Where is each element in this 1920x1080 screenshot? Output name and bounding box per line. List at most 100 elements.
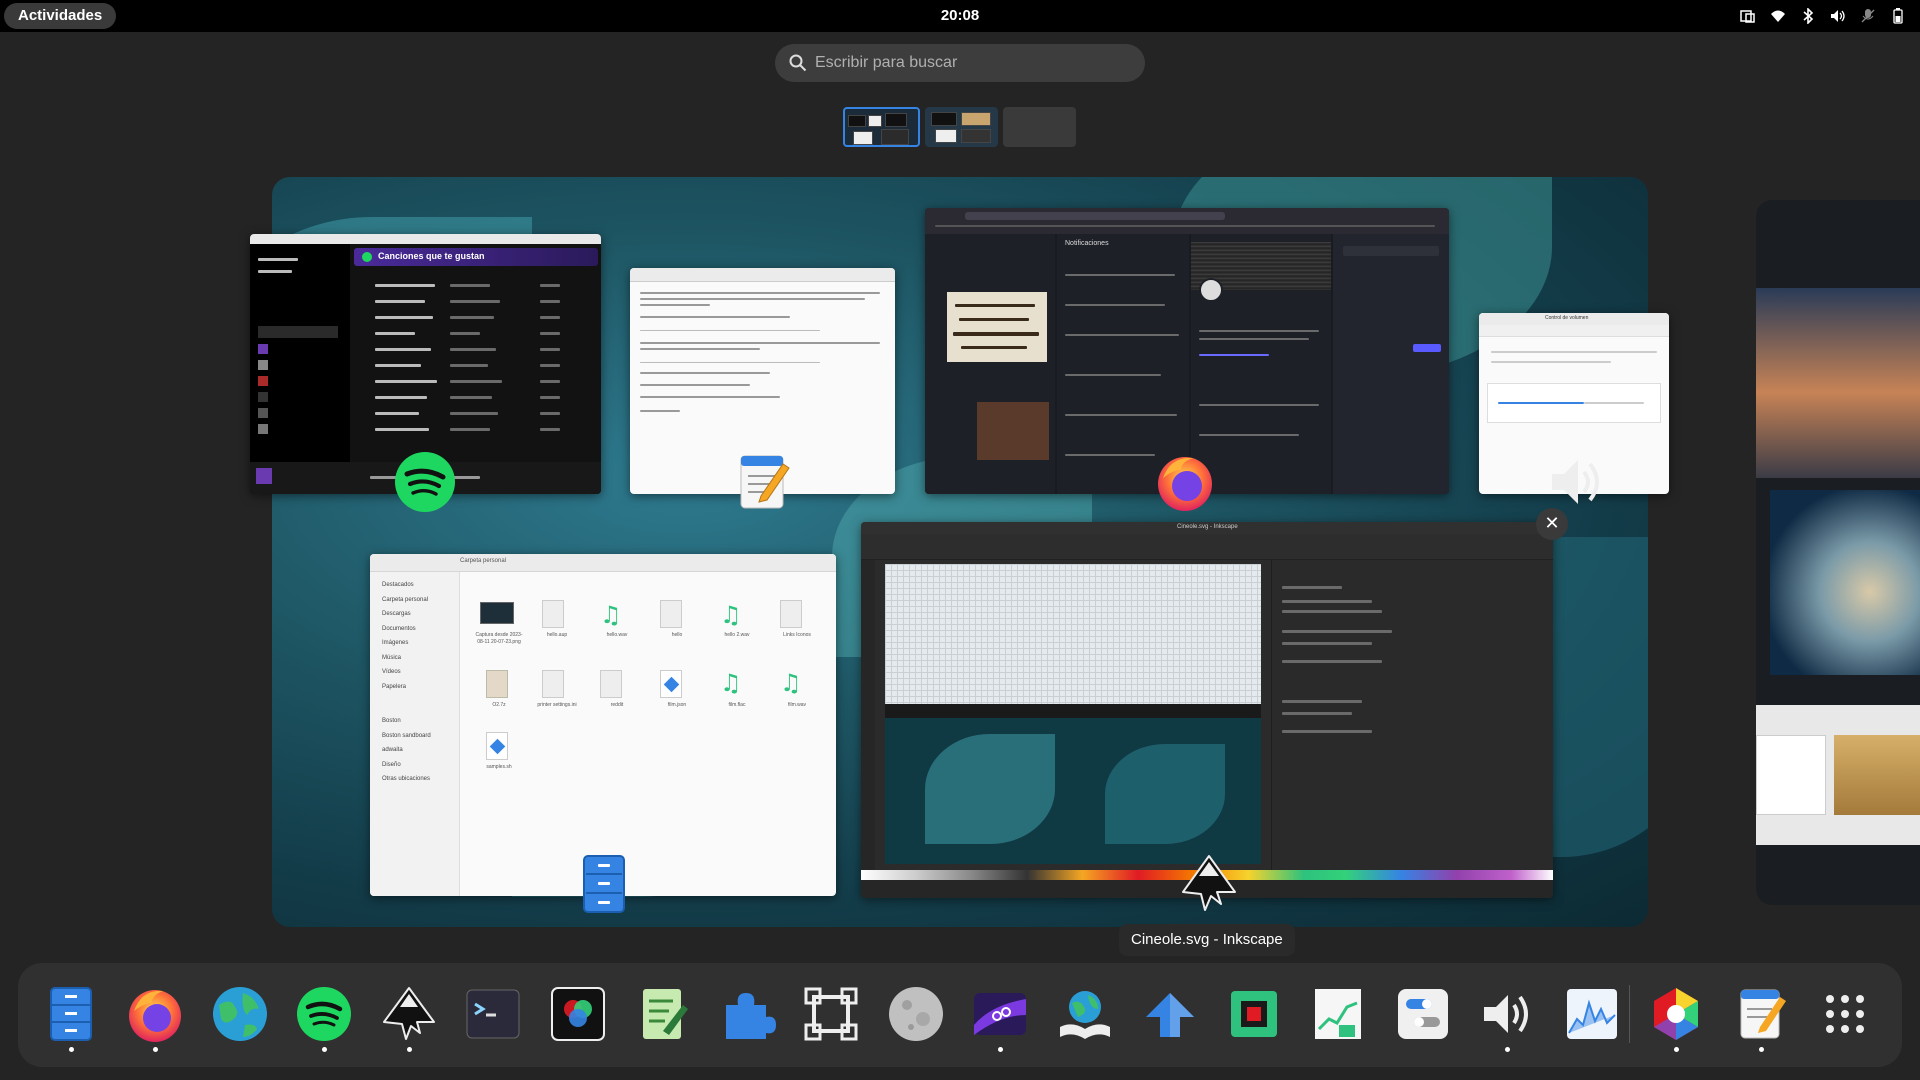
- tool-palette[interactable]: [861, 560, 875, 870]
- document-file-icon[interactable]: [600, 670, 622, 698]
- canvas-grid: [885, 564, 1261, 704]
- dock-separator: [1629, 985, 1630, 1043]
- moon-icon[interactable]: [887, 985, 945, 1043]
- window-titlebar: [630, 268, 895, 282]
- web-browser-icon[interactable]: [211, 985, 269, 1043]
- file-label: hello: [671, 632, 683, 638]
- sidebar-item[interactable]: Documentos: [382, 622, 431, 637]
- files-icon[interactable]: [42, 985, 100, 1043]
- tweaks-icon[interactable]: [1394, 985, 1452, 1043]
- vector-tool-icon[interactable]: [802, 985, 860, 1043]
- close-window-button[interactable]: ✕: [1536, 508, 1568, 540]
- terminal-icon[interactable]: [464, 985, 522, 1043]
- color-picker-icon[interactable]: [549, 985, 607, 1043]
- file-labels-row-3: samples.sh: [464, 764, 544, 774]
- column-compose: [1333, 234, 1449, 494]
- column-home: [925, 234, 1055, 494]
- microphone-off-icon[interactable]: [1860, 8, 1876, 24]
- spotify-sidebar: [250, 244, 350, 494]
- clock[interactable]: 20:08: [920, 7, 1000, 24]
- playlist-title: Canciones que te gustan: [378, 251, 485, 261]
- window-title: Cineole.svg - Inkscape: [1177, 524, 1238, 530]
- chip-icon[interactable]: [1225, 985, 1283, 1043]
- notes-icon[interactable]: [633, 985, 691, 1043]
- running-indicator: [998, 1047, 1003, 1052]
- workspace-next-preview[interactable]: [1756, 200, 1920, 905]
- top-bar: Actividades 20:08: [0, 0, 1920, 32]
- sidebar-item[interactable]: Música: [382, 651, 431, 666]
- audio-file-icon[interactable]: ♫: [600, 602, 622, 628]
- audio-file-icon[interactable]: ♫: [720, 602, 742, 628]
- inkscape-window[interactable]: Cineole.svg - Inkscape: [861, 522, 1553, 898]
- files-window[interactable]: Carpeta personal Destacados Carpeta pers…: [370, 554, 836, 896]
- workspace-thumbnail-2[interactable]: [925, 107, 998, 147]
- system-monitor-icon[interactable]: [1563, 985, 1621, 1043]
- tab-bar: [1479, 325, 1669, 337]
- app-grid-icon[interactable]: [1816, 985, 1874, 1043]
- running-indicator: [69, 1047, 74, 1052]
- document-file-icon[interactable]: [660, 600, 682, 628]
- archive-file-icon[interactable]: [486, 670, 508, 698]
- file-labels-row-2: O2.7z printer settings.ini reddit film.j…: [464, 702, 824, 712]
- script-file-icon[interactable]: [486, 732, 508, 760]
- sidebar-item[interactable]: Imágenes: [382, 636, 431, 651]
- workspace-thumbnail-3[interactable]: [1003, 107, 1076, 147]
- spotify-icon[interactable]: [295, 985, 353, 1043]
- sidebar-item[interactable]: Carpeta personal: [382, 593, 431, 608]
- sidebar-item[interactable]: Vídeos: [382, 665, 431, 680]
- search-bar[interactable]: [775, 44, 1145, 82]
- stocks-icon[interactable]: [1309, 985, 1367, 1043]
- canvas-area[interactable]: [885, 564, 1261, 864]
- audio-file-icon[interactable]: ♫: [720, 670, 742, 696]
- bluetooth-icon[interactable]: [1800, 7, 1816, 25]
- screen-record-icon[interactable]: [1740, 8, 1756, 24]
- document-file-icon[interactable]: [780, 600, 802, 628]
- inkscape-toolbar[interactable]: [861, 534, 1553, 560]
- volume-slider-row[interactable]: [1487, 383, 1661, 423]
- sidebar-item[interactable]: Diseño: [382, 758, 431, 773]
- window-titlebar: [250, 234, 601, 244]
- system-tray[interactable]: [1740, 7, 1906, 25]
- align-panel[interactable]: [1271, 560, 1553, 870]
- file-label: O2.7z: [492, 702, 506, 708]
- sidebar-places[interactable]: Destacados Carpeta personal Descargas Do…: [382, 578, 431, 787]
- activities-button[interactable]: Actividades: [4, 3, 117, 29]
- firefox-icon[interactable]: [126, 985, 184, 1043]
- breadcrumb[interactable]: Carpeta personal: [460, 558, 506, 564]
- search-input[interactable]: [815, 44, 1125, 82]
- text-editor-icon[interactable]: [1732, 985, 1790, 1043]
- sidebar-item[interactable]: Descargas: [382, 607, 431, 622]
- artwork-leaf: [925, 734, 1055, 844]
- upload-icon[interactable]: [1140, 985, 1198, 1043]
- text-editor-icon: [740, 455, 790, 509]
- file-label: Captura desde 2023-08-11 20-07-23.png: [475, 632, 523, 645]
- json-file-icon[interactable]: [660, 670, 682, 698]
- wifi-icon[interactable]: [1770, 8, 1786, 24]
- extensions-icon[interactable]: [718, 985, 776, 1043]
- sidebar-item[interactable]: Papelera: [382, 680, 431, 695]
- canvas-label-bar: [885, 704, 1261, 718]
- running-indicator: [407, 1047, 412, 1052]
- document-file-icon[interactable]: [542, 600, 564, 628]
- document-file-icon[interactable]: [542, 670, 564, 698]
- audio-file-icon[interactable]: ♫: [780, 670, 802, 696]
- sidebar-item[interactable]: adwaita: [382, 743, 431, 758]
- file-labels-row-1: Captura desde 2023-08-11 20-07-23.png he…: [464, 632, 824, 656]
- sidebar-item[interactable]: Destacados: [382, 578, 431, 593]
- file-label: film.json: [667, 702, 687, 708]
- dictionary-icon[interactable]: [1056, 985, 1114, 1043]
- battery-icon[interactable]: [1890, 8, 1906, 24]
- video-editor-icon[interactable]: [971, 985, 1029, 1043]
- browser-toolbar: [925, 208, 1449, 234]
- sidebar-item[interactable]: Otras ubicaciones: [382, 772, 431, 787]
- sidebar-item[interactable]: Boston sandboard: [382, 729, 431, 744]
- volume-control-icon[interactable]: [1478, 985, 1536, 1043]
- image-file-icon[interactable]: [480, 602, 514, 624]
- coral-photo: [1770, 490, 1920, 675]
- workspace-thumbnail-1[interactable]: [843, 107, 920, 147]
- sidebar-item[interactable]: Boston: [382, 714, 431, 729]
- volume-icon[interactable]: [1830, 8, 1846, 24]
- inkscape-icon[interactable]: [380, 985, 438, 1043]
- color-wheel-icon[interactable]: [1647, 985, 1705, 1043]
- headerbar: Carpeta personal: [370, 554, 836, 572]
